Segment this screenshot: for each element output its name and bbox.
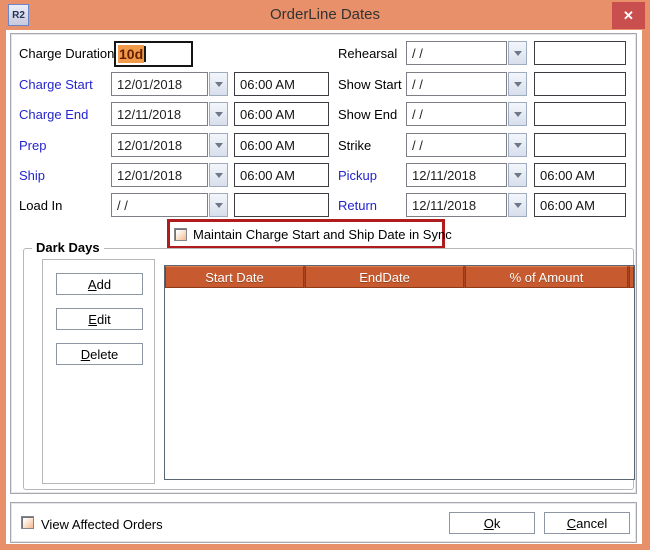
view-affected-orders-label: View Affected Orders [41, 517, 163, 532]
chevron-down-icon [514, 82, 522, 87]
load-in-date-combo: / / [111, 193, 228, 217]
rehearsal-date-value[interactable]: / / [406, 41, 507, 65]
charge-end-time-field[interactable]: 06:00 AM [234, 102, 329, 126]
charge-end-date-combo: 12/11/2018 [111, 102, 228, 126]
load-in-label: Load In [19, 198, 62, 213]
text-caret [144, 46, 146, 62]
column-header-start-date[interactable]: Start Date [165, 266, 304, 288]
prep-date-combo: 12/01/2018 [111, 133, 228, 157]
ship-date-value[interactable]: 12/01/2018 [111, 163, 208, 187]
dark-days-title: Dark Days [32, 240, 104, 255]
show-start-label: Show Start [338, 77, 402, 92]
strike-dropdown-button[interactable] [508, 133, 527, 157]
show-end-date-combo: / / [406, 102, 527, 126]
charge-end-dropdown-button[interactable] [209, 102, 228, 126]
close-icon: ✕ [623, 8, 634, 24]
chevron-down-icon [514, 112, 522, 117]
strike-label: Strike [338, 138, 371, 153]
pickup-label: Pickup [338, 168, 377, 183]
pickup-date-combo: 12/11/2018 [406, 163, 527, 187]
return-date-combo: 12/11/2018 [406, 193, 527, 217]
return-date-value[interactable]: 12/11/2018 [406, 193, 507, 217]
load-in-time-field[interactable] [234, 193, 329, 217]
charge-end-date-value[interactable]: 12/11/2018 [111, 102, 208, 126]
dark-days-table-header: Start DateEndDate% of Amount [165, 266, 634, 288]
charge-start-time-field[interactable]: 06:00 AM [234, 72, 329, 96]
show-start-date-combo: / / [406, 72, 527, 96]
view-affected-orders-checkbox[interactable] [21, 516, 34, 529]
charge-duration-selected-text: 10d [118, 45, 144, 63]
chevron-down-icon [514, 143, 522, 148]
show-end-label: Show End [338, 107, 397, 122]
strike-date-value[interactable]: / / [406, 133, 507, 157]
prep-dropdown-button[interactable] [209, 133, 228, 157]
ok-button[interactable]: Ok [449, 512, 535, 534]
cancel-button[interactable]: Cancel [544, 512, 630, 534]
charge-start-date-value[interactable]: 12/01/2018 [111, 72, 208, 96]
sync-highlight-box: Maintain Charge Start and Ship Date in S… [167, 219, 445, 249]
rehearsal-dropdown-button[interactable] [508, 41, 527, 65]
return-label: Return [338, 198, 377, 213]
charge-start-date-combo: 12/01/2018 [111, 72, 228, 96]
prep-time-field[interactable]: 06:00 AM [234, 133, 329, 157]
chevron-down-icon [215, 203, 223, 208]
main-panel: Maintain Charge Start and Ship Date in S… [10, 33, 637, 494]
show-end-dropdown-button[interactable] [508, 102, 527, 126]
chevron-down-icon [514, 51, 522, 56]
prep-date-value[interactable]: 12/01/2018 [111, 133, 208, 157]
chevron-down-icon [215, 143, 223, 148]
chevron-down-icon [514, 203, 522, 208]
ship-date-combo: 12/01/2018 [111, 163, 228, 187]
rehearsal-date-combo: / / [406, 41, 527, 65]
dark-days-button-panel: Add Edit Delete [42, 259, 155, 484]
load-in-dropdown-button[interactable] [209, 193, 228, 217]
chevron-down-icon [514, 173, 522, 178]
delete-button[interactable]: Delete [56, 343, 143, 365]
window-title: OrderLine Dates [0, 6, 650, 23]
charge-start-label: Charge Start [19, 77, 93, 92]
chevron-down-icon [215, 112, 223, 117]
rehearsal-time-field[interactable] [534, 41, 626, 65]
rehearsal-label: Rehearsal [338, 46, 397, 61]
show-end-date-value[interactable]: / / [406, 102, 507, 126]
charge-start-dropdown-button[interactable] [209, 72, 228, 96]
title-bar: R2 OrderLine Dates ✕ [0, 0, 650, 30]
chevron-down-icon [215, 82, 223, 87]
strike-date-combo: / / [406, 133, 527, 157]
column-header-filler [629, 266, 634, 288]
prep-label: Prep [19, 138, 46, 153]
strike-time-field[interactable] [534, 133, 626, 157]
show-start-time-field[interactable] [534, 72, 626, 96]
column-header--of-amount[interactable]: % of Amount [465, 266, 628, 288]
dark-days-table: Start DateEndDate% of Amount [164, 265, 635, 480]
dark-days-table-body[interactable] [165, 288, 634, 479]
pickup-date-value[interactable]: 12/11/2018 [406, 163, 507, 187]
show-start-dropdown-button[interactable] [508, 72, 527, 96]
footer-panel: View Affected Orders Ok Cancel [10, 502, 637, 543]
ship-label: Ship [19, 168, 45, 183]
charge-duration-input[interactable]: 10d [114, 41, 193, 67]
pickup-time-field[interactable]: 06:00 AM [534, 163, 626, 187]
load-in-date-value[interactable]: / / [111, 193, 208, 217]
dark-days-group: Dark Days AddEditDelete Start DateEndDat… [23, 248, 634, 490]
charge-end-label: Charge End [19, 107, 88, 122]
return-time-field[interactable]: 06:00 AM [534, 193, 626, 217]
show-start-date-value[interactable]: / / [406, 72, 507, 96]
return-dropdown-button[interactable] [508, 193, 527, 217]
show-end-time-field[interactable] [534, 102, 626, 126]
orderline-dates-dialog: { "window": { "title": "OrderLine Dates"… [0, 0, 650, 550]
maintain-sync-label: Maintain Charge Start and Ship Date in S… [193, 227, 452, 242]
column-header-enddate[interactable]: EndDate [305, 266, 464, 288]
close-button[interactable]: ✕ [612, 2, 645, 29]
ship-time-field[interactable]: 06:00 AM [234, 163, 329, 187]
maintain-sync-checkbox[interactable] [174, 228, 187, 241]
add-button[interactable]: Add [56, 273, 143, 295]
chevron-down-icon [215, 173, 223, 178]
charge-duration-label: Charge Duration [19, 46, 114, 61]
ship-dropdown-button[interactable] [209, 163, 228, 187]
pickup-dropdown-button[interactable] [508, 163, 527, 187]
edit-button[interactable]: Edit [56, 308, 143, 330]
